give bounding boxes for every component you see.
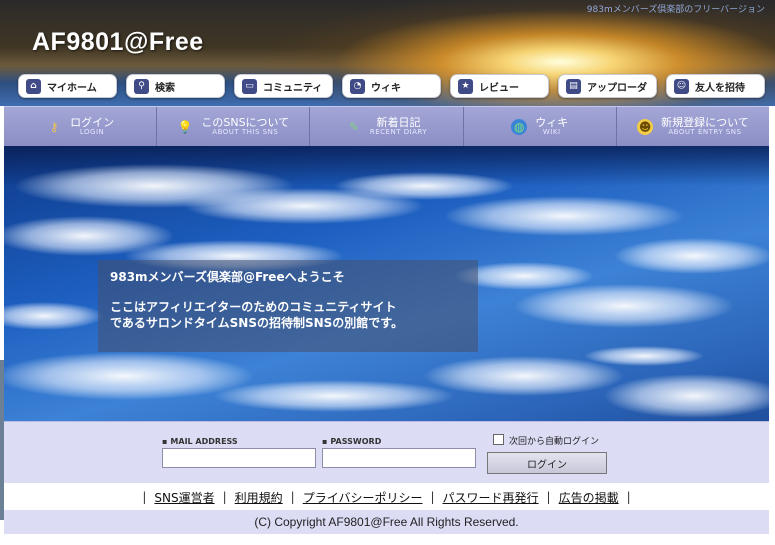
topnav-uploader-button[interactable]: ▤ アップローダ [558,74,657,98]
topnav-wiki-button[interactable]: ◔ ウィキ [342,74,441,98]
footer-link-terms[interactable]: 利用規約 [235,489,283,506]
subnav-sublabel: ABOUT ENTRY SNS [668,127,742,136]
separator: | [430,490,435,504]
star-icon: ★ [458,78,473,94]
password-field[interactable] [322,448,476,468]
footer-link-operator[interactable]: SNS運営者 [154,489,214,506]
wiki-icon: ◔ [350,78,365,94]
subnav-label: このSNSについて [201,116,290,130]
welcome-body: ここはアフィリエイターのためのコミュニティサイト であるサロンドタイムSNSの招… [110,299,466,331]
topnav-invite-friend-button[interactable]: ☺ 友人を招待 [666,74,765,98]
topnav-label: マイホーム [47,82,97,94]
welcome-line: ここはアフィリエイターのためのコミュニティサイト [110,300,397,314]
site-logo[interactable]: AF9801@Free [32,28,204,57]
sub-nav: ⚷ ログイン LOGIN 💡 このSNSについて ABOUT THIS SNS … [4,106,769,146]
separator: | [546,490,551,504]
topnav-review-button[interactable]: ★ レビュー [450,74,549,98]
key-icon: ⚷ [49,119,59,134]
subnav-label: ウィキ [535,116,569,130]
email-label: ▪ MAIL ADDRESS [162,437,238,446]
separator: | [626,490,631,504]
login-button[interactable]: ログイン [487,452,607,474]
subnav-sublabel: WIKI [542,127,561,136]
separator: | [222,490,227,504]
topnav-label: ウィキ [371,82,401,94]
upload-icon: ▤ [566,78,581,94]
subnav-wiki[interactable]: ◍ ウィキ WIKI [464,107,617,146]
separator: | [142,490,147,504]
lightbulb-icon: 💡 [177,119,193,134]
topnav-label: アップローダ [587,82,647,94]
top-nav: ⌂ マイホーム ⚲ 検索 ▭ コミュニティ ◔ ウィキ ★ レビュー ▤ アップ… [18,74,765,98]
subnav-label: ログイン [70,116,115,130]
auto-login-label: 次回から自動ログイン [509,437,600,447]
subnav-sublabel: ABOUT THIS SNS [212,127,279,136]
subnav-sublabel: RECENT DIARY [369,127,428,136]
footer-link-password-reset[interactable]: パスワード再発行 [443,489,539,506]
person-icon: ☺ [674,78,689,94]
header-tagline: 983mメンバーズ倶楽部のフリーバージョン [586,5,765,15]
copyright: (C) Copyright AF9801@Free All Rights Res… [4,510,769,534]
topnav-label: レビュー [479,82,519,94]
welcome-line: であるサロンドタイムSNSの招待制SNSの別館です。 [110,316,404,331]
auto-login-checkbox[interactable] [493,434,504,445]
hero-earth-image: 983mメンバーズ倶楽部@Freeへようこそ ここはアフィリエイターのためのコミ… [4,146,769,421]
welcome-title: 983mメンバーズ倶楽部@Freeへようこそ [110,270,345,284]
smiley-icon: ☻ [637,118,654,135]
diary-icon: ✎ [348,119,359,134]
welcome-panel: 983mメンバーズ倶楽部@Freeへようこそ ここはアフィリエイターのためのコミ… [98,260,478,352]
subnav-about-sns[interactable]: 💡 このSNSについて ABOUT THIS SNS [157,107,311,146]
separator: | [290,490,295,504]
footer-links: | SNS運営者 | 利用規約 | プライバシーポリシー | パスワード再発行 … [4,484,769,510]
topnav-label: コミュニティ [263,82,323,94]
subnav-recent-diary[interactable]: ✎ 新着日記 RECENT DIARY [310,107,464,146]
subnav-sublabel: LOGIN [79,127,105,136]
topnav-community-button[interactable]: ▭ コミュニティ [234,74,333,98]
home-icon: ⌂ [26,78,41,94]
subnav-label: 新着日記 [376,116,421,130]
subnav-login[interactable]: ⚷ ログイン LOGIN [4,107,158,146]
topnav-search-button[interactable]: ⚲ 検索 [126,74,225,98]
topnav-label: 検索 [155,82,175,94]
subnav-label: 新規登録について [661,116,749,130]
page-bottom [0,534,775,545]
password-label: ▪ PASSWORD [322,437,382,446]
footer-link-advertising[interactable]: 広告の掲載 [559,489,619,506]
globe-icon: ◍ [511,118,528,135]
login-form: ▪ MAIL ADDRESS ▪ PASSWORD 次回から自動ログイン ログイン [4,421,769,483]
email-field[interactable] [162,448,316,468]
footer-link-privacy[interactable]: プライバシーポリシー [303,489,423,506]
topnav-my-home-button[interactable]: ⌂ マイホーム [18,74,117,98]
search-icon: ⚲ [134,78,149,94]
chat-icon: ▭ [242,78,257,94]
subnav-about-entry[interactable]: ☻ 新規登録について ABOUT ENTRY SNS [617,107,769,146]
header-banner: 983mメンバーズ倶楽部のフリーバージョン AF9801@Free ⌂ マイホー… [0,0,775,106]
topnav-label: 友人を招待 [695,82,745,94]
